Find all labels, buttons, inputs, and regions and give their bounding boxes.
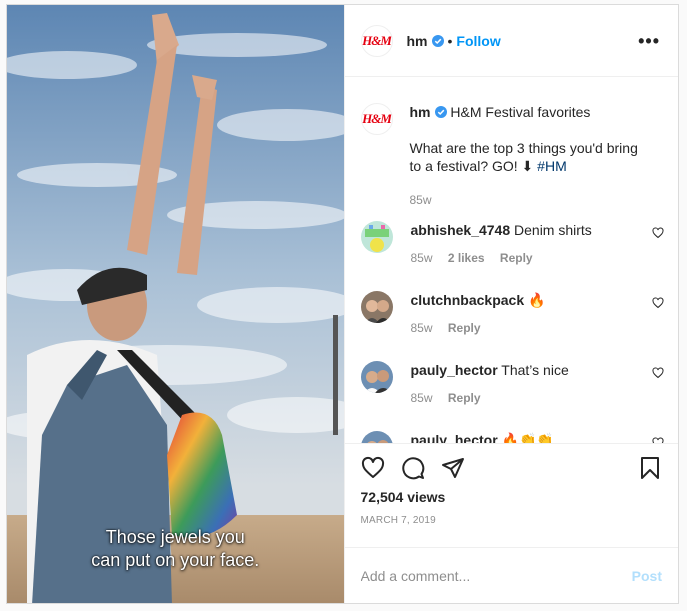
avatar-image [360,361,393,393]
hm-logo: H&M [362,111,391,126]
comment-item: clutchnbackpack 🔥 85w Reply [360,291,664,335]
hm-logo: H&M [362,32,391,48]
comment-likes[interactable]: 2 likes [448,251,485,265]
comment-username[interactable]: clutchnbackpack [411,292,525,308]
comment-item: pauly_hector 🔥👏👏 [360,431,664,443]
separator-dot: • [447,32,453,49]
post-date: MARCH 7, 2019 [360,515,436,526]
caption-question-text: What are the top 3 things you'd bring to… [409,140,638,174]
post-header: H&M hm • Follow ••• [344,5,678,77]
caption-title: H&M Festival favorites [450,104,591,120]
commenter-avatar[interactable] [360,291,393,323]
verified-icon [434,106,447,118]
add-comment-bar: Post [344,547,678,603]
avatar-image [360,291,393,323]
comment-age: 85w [410,321,433,335]
subtitle-line-2: can put on your face. [91,550,260,570]
comment-age: 85w [410,251,433,265]
post-actions: 72,504 views MARCH 7, 2019 Post [344,443,678,603]
comment-text: That’s nice [501,362,569,378]
view-count[interactable]: 72,504 views [361,489,446,505]
caption-title-line: hm H&M Festival favorites [410,103,650,121]
comment-username[interactable]: pauly_hector [411,362,498,378]
comment-input[interactable] [360,567,632,584]
author-avatar[interactable]: H&M [360,24,393,57]
caption-hashtag[interactable]: #HM [537,158,567,174]
caption-body: hm H&M Festival favorites What are the t… [410,103,650,209]
heart-icon[interactable] [361,456,385,480]
avatar-image [360,431,393,443]
avatar-image [360,221,393,253]
comment-username[interactable]: pauly_hector [411,432,498,443]
post-card: Those jewels you can put on your face. H… [6,4,679,604]
reply-button[interactable]: Reply [448,321,481,335]
comment-item: abhishek_4748 Denim shirts 85w 2 likes R… [360,221,664,265]
comment-item: pauly_hector That’s nice 85w Reply [360,361,664,405]
subtitle-line-1: Those jewels you [105,527,245,547]
reply-button[interactable]: Reply [500,251,533,265]
video-subtitle: Those jewels you can put on your face. [7,526,344,572]
follow-button[interactable]: Follow [456,33,500,49]
post-comment-button[interactable]: Post [632,568,662,584]
comment-text: 🔥 [528,292,546,308]
reply-button[interactable]: Reply [448,391,481,405]
comment-like-icon[interactable] [651,367,664,379]
caption-question: What are the top 3 things you'd bring to… [410,139,650,175]
comments-list[interactable]: H&M hm H&M Festival favorites What are t… [345,77,679,443]
comment-text: Denim shirts [514,222,592,238]
comment-like-icon[interactable] [651,227,664,239]
video-frame [7,5,344,603]
verified-icon [431,34,444,47]
post-side-panel: H&M hm • Follow ••• H&M hm H&M Festival … [343,5,679,603]
commenter-avatar[interactable] [360,221,393,253]
share-icon[interactable] [441,456,465,480]
caption-username[interactable]: hm [410,104,431,120]
post-caption: H&M hm H&M Festival favorites What are t… [360,103,650,209]
video-player[interactable]: Those jewels you can put on your face. [7,5,344,603]
commenter-avatar[interactable] [360,431,393,443]
comment-age: 85w [410,391,433,405]
more-icon[interactable]: ••• [638,32,660,50]
save-icon[interactable] [638,456,662,480]
author-username[interactable]: hm [407,33,428,49]
caption-age: 85w [409,193,432,207]
comment-username[interactable]: abhishek_4748 [411,222,511,238]
caption-avatar[interactable]: H&M [360,103,393,135]
comment-text: 🔥👏👏 [501,432,554,443]
commenter-avatar[interactable] [360,361,393,393]
comment-like-icon[interactable] [651,297,664,309]
comment-icon[interactable] [401,456,425,480]
